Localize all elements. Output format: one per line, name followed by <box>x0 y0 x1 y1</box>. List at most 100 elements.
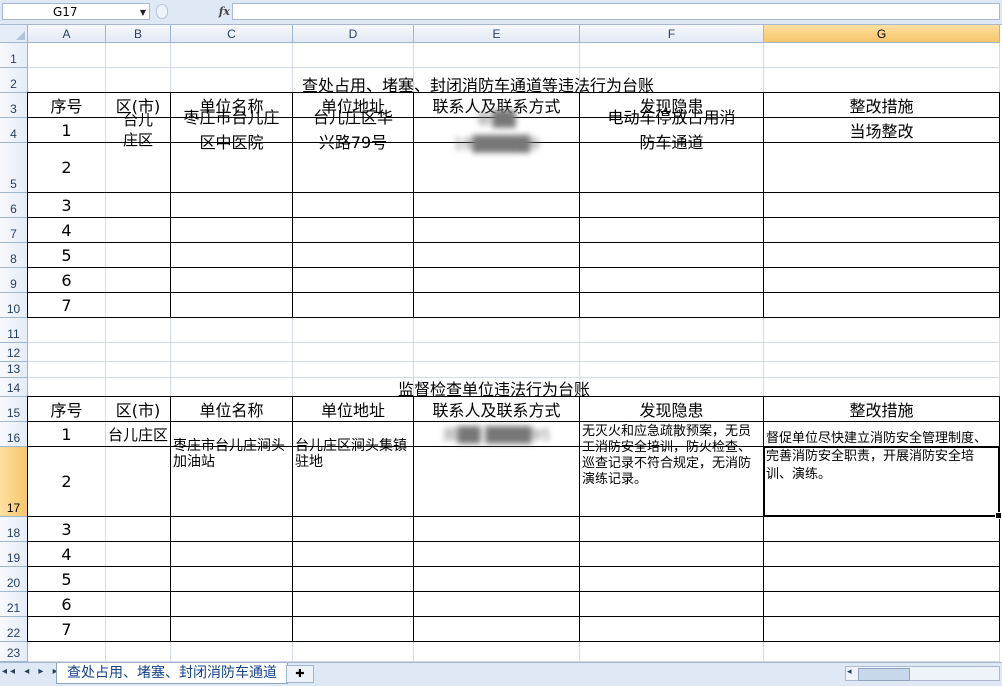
table1-header-cell[interactable]: 整改措施 <box>764 93 999 117</box>
name-box[interactable]: G17 ▼ <box>2 3 150 20</box>
row-header-8[interactable]: 8 <box>0 243 28 268</box>
row-number: 17 <box>6 501 21 515</box>
row-header-19[interactable]: 19 <box>0 542 28 567</box>
table-border-h <box>27 267 1000 268</box>
row-number: 4 <box>10 127 17 141</box>
insert-sheet-icon[interactable]: ✚ <box>286 665 314 683</box>
table2-seq-cell[interactable]: 6 <box>28 592 105 616</box>
row-number: 21 <box>6 601 21 615</box>
table1-unitname-cell[interactable]: 枣庄市台儿庄区中医院 <box>171 108 292 152</box>
table1-contact-cell[interactable]: 耿██ 18█████9 <box>414 110 579 153</box>
row-header-21[interactable]: 21 <box>0 592 28 617</box>
column-header-g[interactable]: G <box>764 25 1000 43</box>
table2-seq-cell[interactable]: 1 <box>28 422 105 446</box>
table2-measure-cell[interactable]: 督促单位尽快建立消防安全管理制度、完善消防安全职责，开展消防安全培训、演练。 <box>764 422 999 482</box>
column-header-b[interactable]: B <box>106 25 171 43</box>
row-number: 5 <box>10 177 17 191</box>
row-header-5[interactable]: 5 <box>0 143 28 193</box>
row-header-22[interactable]: 22 <box>0 617 28 642</box>
row-number: 23 <box>6 646 21 660</box>
row-header-9[interactable]: 9 <box>0 268 28 293</box>
chevron-down-icon[interactable]: ▼ <box>140 4 146 21</box>
row-header-1[interactable]: 1 <box>0 43 28 68</box>
column-header-c[interactable]: C <box>171 25 293 43</box>
row-header-15[interactable]: 15 <box>0 397 28 422</box>
row-header-3[interactable]: 3 <box>0 93 28 118</box>
table2-address-cell[interactable]: 台儿庄区涧头集镇驻地 <box>293 422 413 470</box>
row-number: 11 <box>7 327 20 341</box>
table1-district-cell[interactable]: 台儿庄区 <box>106 111 170 149</box>
row-header-20[interactable]: 20 <box>0 567 28 592</box>
column-header-e[interactable]: E <box>414 25 580 43</box>
insert-function-button[interactable]: fx <box>172 3 230 20</box>
table2-header-cell[interactable]: 整改措施 <box>764 397 999 421</box>
table1-seq-cell[interactable]: 4 <box>28 218 105 242</box>
sheet-tab-active[interactable]: 查处占用、堵塞、封闭消防车通道 <box>56 663 288 684</box>
row-header-6[interactable]: 6 <box>0 193 28 218</box>
table-border-h <box>27 616 1000 617</box>
table-border-h <box>27 641 1000 642</box>
table-border-h <box>27 292 1000 293</box>
row-header-4[interactable]: 4 <box>0 118 28 143</box>
active-cell-outline[interactable] <box>763 446 1002 519</box>
table2-seq-cell[interactable]: 2 <box>28 447 105 516</box>
table2-contact-cell[interactable]: 郑██ ████95 <box>414 422 579 446</box>
table2-header-cell[interactable]: 联系人及联系方式 <box>414 397 579 421</box>
gridline-h <box>28 67 1000 68</box>
table1-header-cell[interactable]: 序号 <box>28 93 105 117</box>
formula-splitter-handle[interactable] <box>156 4 168 19</box>
row-header-10[interactable]: 10 <box>0 293 28 318</box>
row-header-2[interactable]: 2 <box>0 68 28 93</box>
table2-header-cell[interactable]: 区(市) <box>106 397 170 421</box>
row-number: 16 <box>6 431 21 445</box>
gridline-h <box>28 342 1000 343</box>
table1-seq-cell[interactable]: 2 <box>28 143 105 192</box>
table1-address-cell[interactable]: 台儿庄区华兴路79号 <box>293 108 413 152</box>
table2-hazard-cell[interactable]: 无灭火和应急疏散预案，无员工消防安全培训，防火检查、巡查记录不符合规定，无消防演… <box>580 422 763 487</box>
table1-seq-cell[interactable]: 7 <box>28 293 105 317</box>
table2-seq-cell[interactable]: 7 <box>28 617 105 641</box>
table-border-h <box>27 591 1000 592</box>
table2-header-cell[interactable]: 序号 <box>28 397 105 421</box>
horizontal-scrollbar[interactable]: ◂ <box>845 666 1000 681</box>
column-header-f[interactable]: F <box>580 25 764 43</box>
table1-seq-cell[interactable]: 6 <box>28 268 105 292</box>
table2-header-cell[interactable]: 单位地址 <box>293 397 413 421</box>
row-header-13[interactable]: 13 <box>0 362 28 378</box>
row-number: 18 <box>6 526 21 540</box>
table2-district-cell[interactable]: 台儿庄区 <box>106 422 170 446</box>
gridline-h <box>28 361 1000 362</box>
table1-measure-cell[interactable]: 当场整改 <box>764 118 999 142</box>
table2-seq-cell[interactable]: 4 <box>28 542 105 566</box>
table-border-h <box>27 242 1000 243</box>
table2-unitname-cell[interactable]: 枣庄市台儿庄涧头加油站 <box>171 422 292 470</box>
row-header-11[interactable]: 11 <box>0 318 28 343</box>
scrollbar-thumb[interactable] <box>858 668 910 681</box>
table1-seq-cell[interactable]: 3 <box>28 193 105 217</box>
row-header-23[interactable]: 23 <box>0 642 28 662</box>
sheet-tab-bar: ◂◂ ◂ ▸ ▸▸ 查处占用、堵塞、封闭消防车通道 ✚ ◂ <box>0 662 1002 686</box>
table1-hazard-cell[interactable]: 电动车停放占用消防车通道 <box>580 108 763 152</box>
table1-seq-cell[interactable]: 1 <box>28 118 105 142</box>
worksheet-grid[interactable]: A B C D E F G 1 2 3 4 5 6 7 8 9 10 11 12 13 14 15 16 17 18 19 20 21… <box>0 25 1002 662</box>
scroll-left-icon[interactable]: ◂ <box>847 667 852 677</box>
select-all-corner[interactable] <box>0 25 28 43</box>
table2-header-cell[interactable]: 发现隐患 <box>580 397 763 421</box>
column-header-d[interactable]: D <box>293 25 414 43</box>
row-header-16[interactable]: 16 <box>0 422 28 447</box>
table2-header-cell[interactable]: 单位名称 <box>171 397 292 421</box>
row-header-14[interactable]: 14 <box>0 378 28 397</box>
row-number: 2 <box>10 77 17 91</box>
table2-seq-cell[interactable]: 3 <box>28 517 105 541</box>
table1-seq-cell[interactable]: 5 <box>28 243 105 267</box>
row-header-17[interactable]: 17 <box>0 447 28 517</box>
name-box-value: G17 <box>53 5 78 19</box>
table2-seq-cell[interactable]: 5 <box>28 567 105 591</box>
row-header-7[interactable]: 7 <box>0 218 28 243</box>
table-border-v <box>999 396 1000 642</box>
formula-input[interactable] <box>232 3 1000 20</box>
column-header-a[interactable]: A <box>28 25 106 43</box>
row-number: 22 <box>6 626 21 640</box>
row-header-18[interactable]: 18 <box>0 517 28 542</box>
row-header-12[interactable]: 12 <box>0 343 28 362</box>
